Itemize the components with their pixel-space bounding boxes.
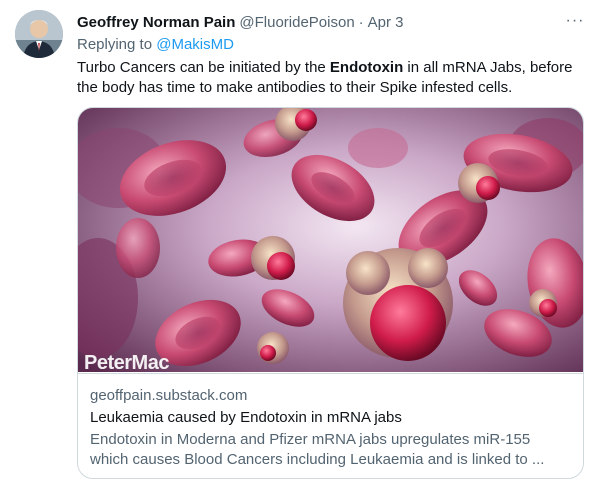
tweet-date[interactable]: Apr 3	[368, 14, 404, 31]
profile-photo	[15, 10, 63, 58]
link-card[interactable]: PeterMac geoffpain.substack.com Leukaemi…	[77, 107, 584, 479]
reply-mention-link[interactable]: @MakisMD	[156, 36, 234, 53]
tweet-text-bold: Endotoxin	[329, 59, 404, 76]
card-image[interactable]: PeterMac	[78, 108, 583, 372]
card-description-line-1: Endotoxin in Moderna and Pfizer mRNA jab…	[90, 431, 531, 448]
card-description: Endotoxin in Moderna and Pfizer mRNA jab…	[90, 430, 571, 470]
tweet-text: Turbo Cancers can be initiated by the En…	[77, 58, 587, 98]
more-icon[interactable]: ···	[562, 10, 588, 32]
card-meta[interactable]: geoffpain.substack.com Leukaemia caused …	[78, 373, 583, 478]
image-watermark: PeterMac	[84, 352, 169, 372]
tweet-header: Geoffrey Norman Pain @FluoridePoison · A…	[77, 12, 404, 32]
tweet-text-start: Turbo Cancers can be initiated by the	[77, 59, 330, 76]
card-domain: geoffpain.substack.com	[90, 387, 248, 404]
reply-prefix: Replying to	[77, 36, 153, 53]
replying-to: Replying to @MakisMD	[77, 36, 234, 53]
card-title: Leukaemia caused by Endotoxin in mRNA ja…	[90, 409, 402, 426]
card-description-line-2: which causes Blood Cancers including Leu…	[90, 451, 545, 468]
blood-cells-illustration	[78, 108, 583, 372]
separator-dot: ·	[358, 13, 364, 31]
tweet[interactable]: Geoffrey Norman Pain @FluoridePoison · A…	[0, 0, 598, 489]
author-handle[interactable]: @FluoridePoison	[239, 14, 354, 31]
avatar[interactable]	[15, 10, 63, 58]
author-name[interactable]: Geoffrey Norman Pain	[77, 14, 235, 31]
